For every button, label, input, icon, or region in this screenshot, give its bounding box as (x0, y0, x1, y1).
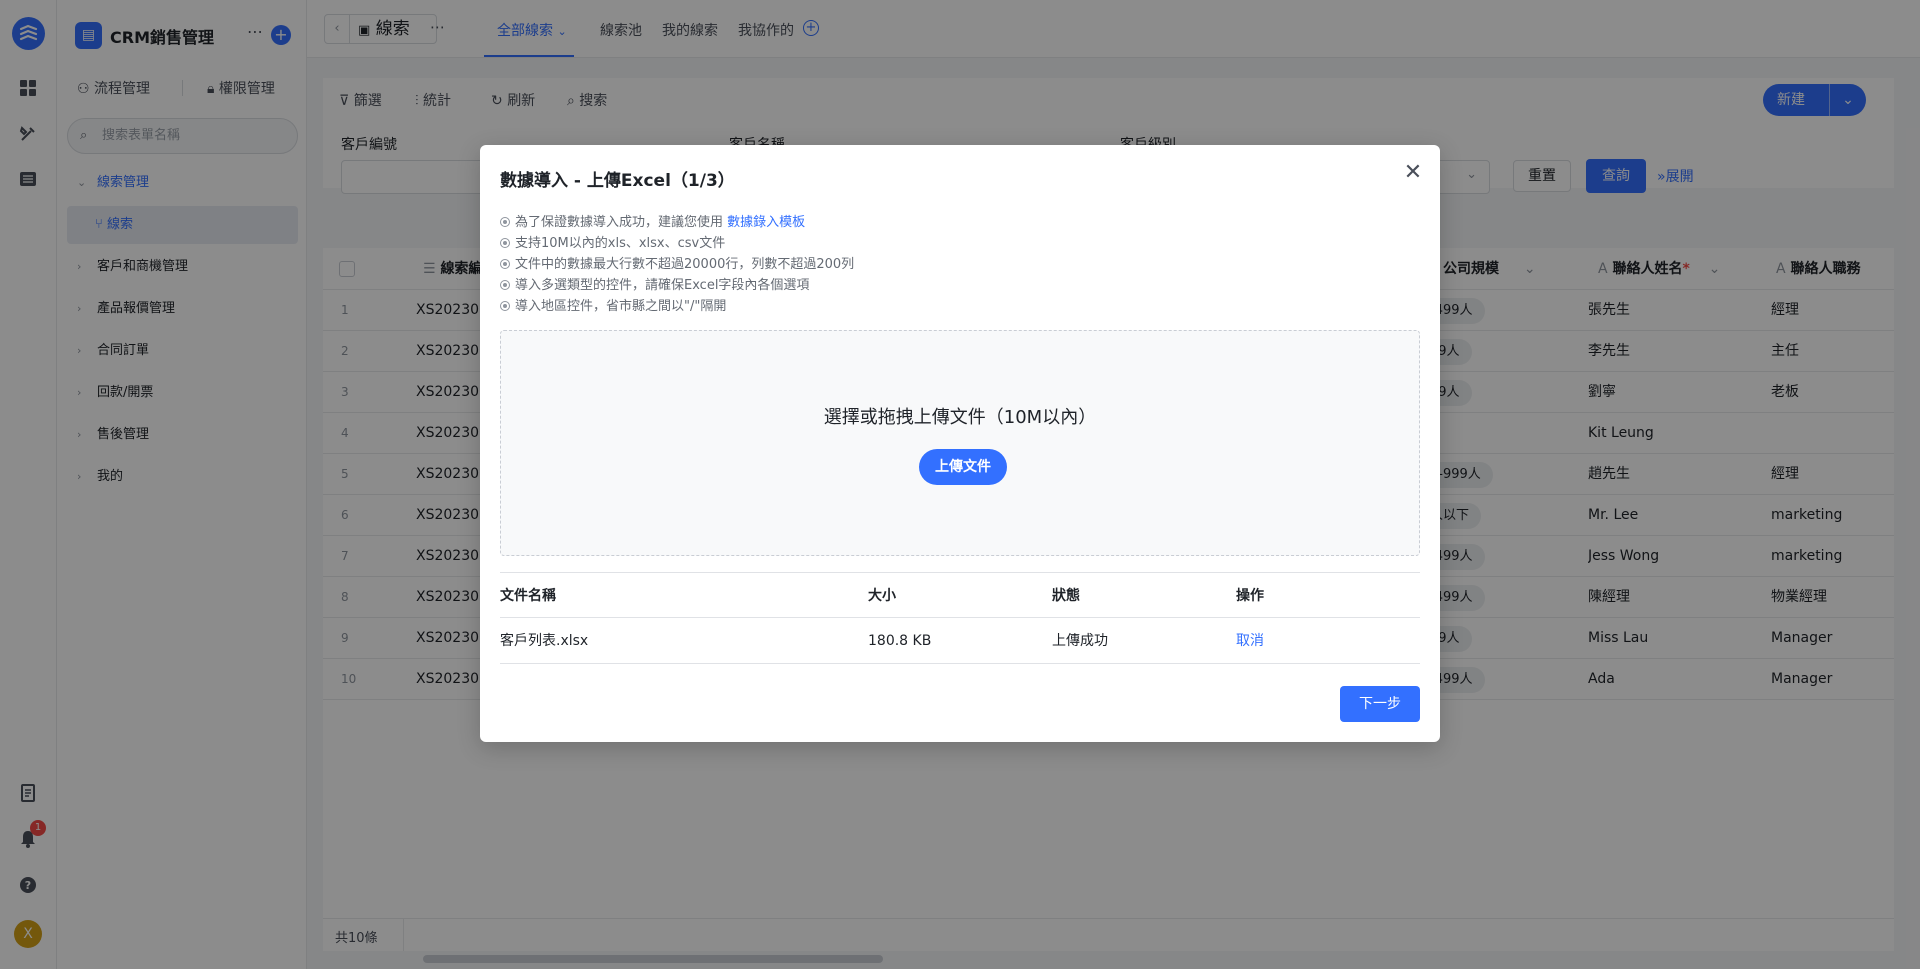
file-status: 上傳成功 (1052, 633, 1108, 649)
bullet-icon (500, 217, 510, 227)
file-name: 客戶列表.xlsx (500, 633, 589, 649)
tip-text: 導入地區控件，省市縣之間以"/"隔開 (515, 299, 727, 314)
upload-dropzone[interactable]: 選擇或拖拽上傳文件（10M以內） 上傳文件 (500, 330, 1420, 556)
cancel-upload-link[interactable]: 取消 (1236, 618, 1264, 664)
file-action-header: 操作 (1236, 588, 1264, 604)
next-step-button[interactable]: 下一步 (1340, 686, 1420, 722)
import-dialog: 數據導入 - 上傳Excel（1/3） ✕ 為了保證數據導入成功，建議您使用 數… (480, 145, 1440, 742)
file-size: 180.8 KB (868, 633, 932, 649)
tip-text: 為了保證數據導入成功，建議您使用 (515, 215, 724, 230)
file-table-header: 文件名稱 大小 狀態 操作 (500, 572, 1420, 618)
tip-item: 文件中的數據最大行數不超過20000行，列數不超過200列 (500, 253, 854, 272)
tip-text: 支持10M以內的xls、xlsx、csv文件 (515, 236, 726, 251)
tip-item: 導入多選類型的控件，請確保Excel字段內各個選項 (500, 274, 809, 293)
template-link[interactable]: 數據錄入模板 (727, 215, 805, 230)
tip-text: 文件中的數據最大行數不超過20000行，列數不超過200列 (515, 257, 855, 272)
file-size-header: 大小 (868, 588, 896, 604)
tip-item: 導入地區控件，省市縣之間以"/"隔開 (500, 295, 726, 314)
file-status-header: 狀態 (1052, 588, 1080, 604)
dialog-title: 數據導入 - 上傳Excel（1/3） (500, 171, 735, 191)
close-icon[interactable]: ✕ (1401, 162, 1425, 186)
tip-item: 支持10M以內的xls、xlsx、csv文件 (500, 232, 725, 251)
upload-file-button[interactable]: 上傳文件 (919, 449, 1007, 485)
bullet-icon (500, 238, 510, 248)
bullet-icon (500, 301, 510, 311)
file-name-header: 文件名稱 (500, 588, 556, 604)
bullet-icon (500, 259, 510, 269)
bullet-icon (500, 280, 510, 290)
dropzone-text: 選擇或拖拽上傳文件（10M以內） (823, 407, 1097, 428)
tip-item: 為了保證數據導入成功，建議您使用 數據錄入模板 (500, 211, 805, 230)
tip-text: 導入多選類型的控件，請確保Excel字段內各個選項 (515, 278, 810, 293)
file-row: 客戶列表.xlsx 180.8 KB 上傳成功 取消 (500, 618, 1420, 664)
